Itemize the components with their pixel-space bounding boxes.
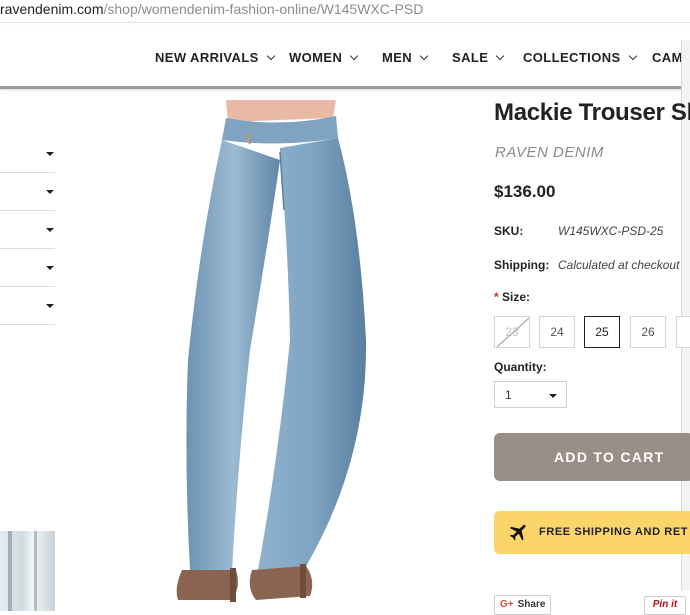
filter-dropdown[interactable]: [0, 249, 55, 287]
quantity-value: 1: [505, 388, 512, 402]
size-option-23[interactable]: 23: [494, 316, 530, 348]
caret-down-icon: [46, 266, 54, 270]
nav-item-new-arrivals[interactable]: NEW ARRIVALS: [155, 50, 275, 65]
filter-dropdown[interactable]: [0, 135, 55, 173]
filter-dropdown[interactable]: [0, 211, 55, 249]
share-label: Share: [517, 599, 546, 610]
promo-thumbnail[interactable]: [0, 531, 55, 611]
nav-item-women[interactable]: WOMEN: [289, 50, 359, 65]
airplane-icon: [509, 524, 526, 541]
chevron-down-icon: [266, 51, 275, 61]
size-value: 26: [641, 325, 655, 339]
address-bar[interactable]: ravendenim.com/shop/womendenim-fashion-o…: [0, 0, 690, 23]
shipping-value: Calculated at checkout: [558, 258, 680, 272]
add-to-cart-button[interactable]: ADD TO CART: [494, 433, 690, 481]
url-host: ravendenim.com: [0, 1, 104, 17]
size-value: 25: [595, 325, 609, 339]
size-option-26[interactable]: 26: [630, 316, 666, 348]
pinterest-pin-button[interactable]: Pin it: [644, 596, 686, 615]
jeans-right-leg: [258, 138, 367, 570]
size-option-more[interactable]: [676, 316, 690, 348]
caret-down-icon: [46, 152, 54, 156]
product-brand[interactable]: RAVEN DENIM: [495, 144, 604, 161]
jeans-left-leg: [186, 140, 280, 572]
nav-label: MEN: [382, 50, 413, 65]
chevron-down-icon: [496, 51, 505, 61]
size-option-25[interactable]: 25: [584, 316, 620, 348]
free-shipping-text: FREE SHIPPING AND RET: [539, 526, 689, 538]
model-waist: [226, 100, 336, 122]
nav-item-collections[interactable]: COLLECTIONS: [523, 50, 637, 65]
product-price: $136.00: [494, 182, 556, 201]
caret-down-icon: [46, 228, 54, 232]
url-path: /shop/womendenim-fashion-online/W145WXC-…: [103, 1, 424, 17]
caret-down-icon: [46, 190, 54, 194]
size-value: 24: [550, 325, 564, 339]
sku-label: SKU:: [494, 224, 524, 238]
nav-item-sale[interactable]: SALE: [452, 50, 505, 65]
google-plus-icon: G+: [500, 599, 514, 610]
main-navigation: NEW ARRIVALS WOMEN MEN SALE COLLECTIONS …: [0, 28, 690, 89]
size-label-text: Size:: [502, 290, 531, 304]
chevron-down-icon: [350, 51, 359, 61]
nav-label: SALE: [452, 50, 489, 65]
size-label: * Size:: [494, 290, 530, 304]
left-shoe: [176, 570, 238, 600]
nav-label: NEW ARRIVALS: [155, 50, 259, 65]
shipping-label: Shipping:: [494, 258, 550, 272]
filter-dropdown[interactable]: [0, 173, 55, 211]
nav-label: COLLECTIONS: [523, 50, 621, 65]
sku-value: W145WXC-PSD-25: [558, 224, 664, 238]
nav-label: WOMEN: [289, 50, 343, 65]
filter-dropdown[interactable]: [0, 287, 55, 325]
product-title: Mackie Trouser Sli: [494, 99, 690, 126]
chevron-down-icon: [628, 51, 637, 61]
chevron-down-icon: [419, 51, 429, 61]
free-shipping-banner: FREE SHIPPING AND RET: [494, 511, 690, 554]
size-option-24[interactable]: 24: [539, 316, 575, 348]
google-plus-share-button[interactable]: G+ Share: [494, 595, 551, 615]
unavailable-slash: [496, 317, 529, 347]
product-image[interactable]: [160, 100, 390, 611]
quantity-select[interactable]: 1: [494, 381, 567, 408]
caret-down-icon: [46, 304, 54, 308]
caret-down-icon: [549, 394, 557, 398]
required-marker: *: [494, 290, 499, 304]
nav-item-men[interactable]: MEN: [382, 50, 429, 65]
quantity-label: Quantity:: [494, 360, 547, 374]
